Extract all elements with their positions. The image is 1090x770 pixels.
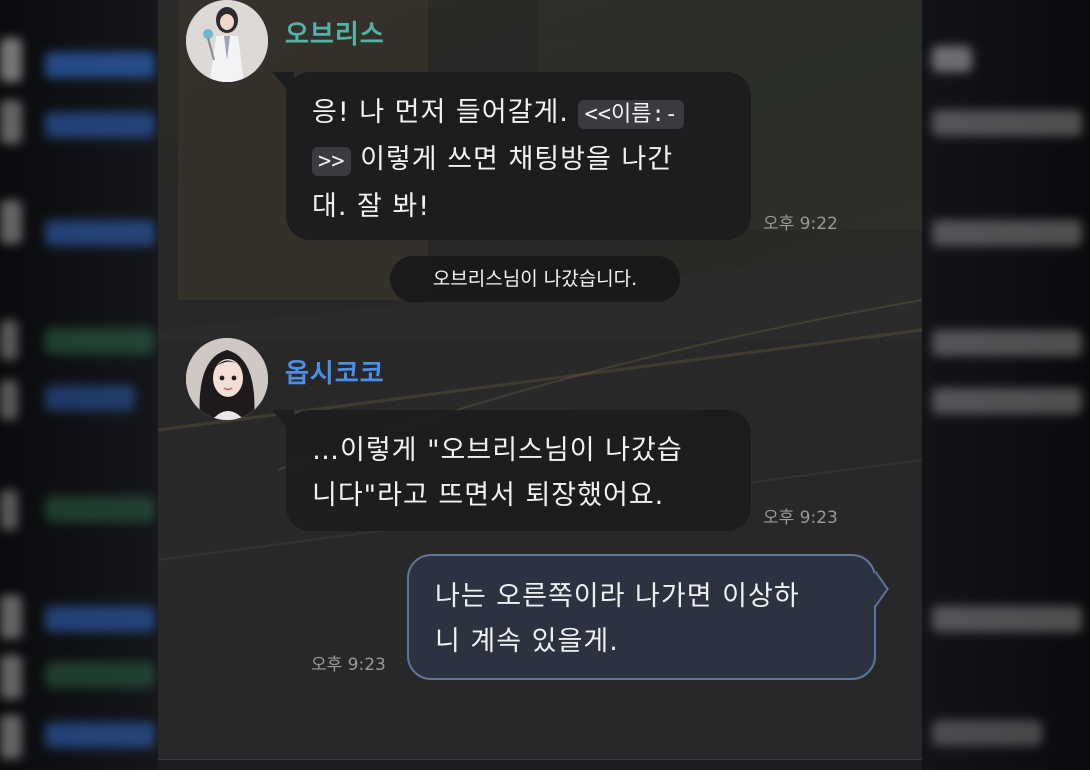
sender-name: 옵시코코: [285, 359, 385, 389]
chat-input-bar[interactable]: [158, 759, 922, 770]
blurred-left-panel: [0, 0, 158, 770]
chat-window[interactable]: 오브리스 응! 나 먼저 들어갈게. <<이름:- >> 이렇게 쓰면 채팅방을…: [158, 0, 922, 770]
my-message-bubble[interactable]: 나는 오른쪽이라 나가면 이상하 니 계속 있을게.: [407, 554, 876, 680]
message-text: 나는 오른쪽이라 나가면 이상하 니 계속 있을게.: [435, 581, 800, 657]
character-avatar-white-coat-icon: [186, 0, 268, 82]
avatar-opsikoko[interactable]: [186, 338, 268, 420]
inline-code: <<이름:-: [578, 100, 684, 129]
message-text: 응! 나 먼저 들어갈게. <<이름:- >> 이렇게 쓰면 채팅방을 나간 대…: [312, 90, 725, 229]
message-text: …이렇게 "오브리스님이 나갔습 니다"라고 뜨면서 퇴장했어요.: [312, 435, 683, 511]
sender-name: 오브리스: [285, 20, 385, 50]
system-notice: 오브리스님이 나갔습니다.: [390, 256, 680, 302]
message-time: 오후 9:23: [763, 508, 838, 528]
message-time: 오후 9:23: [311, 655, 386, 675]
character-avatar-dark-hair-icon: [186, 338, 268, 420]
inline-code: >>: [312, 147, 351, 176]
message-bubble[interactable]: …이렇게 "오브리스님이 나갔습 니다"라고 뜨면서 퇴장했어요.: [272, 410, 751, 531]
message-bubble[interactable]: 응! 나 먼저 들어갈게. <<이름:- >> 이렇게 쓰면 채팅방을 나간 대…: [272, 72, 751, 240]
blurred-right-panel: [922, 0, 1090, 770]
message-time: 오후 9:22: [763, 214, 838, 234]
avatar-obris[interactable]: [186, 0, 268, 82]
